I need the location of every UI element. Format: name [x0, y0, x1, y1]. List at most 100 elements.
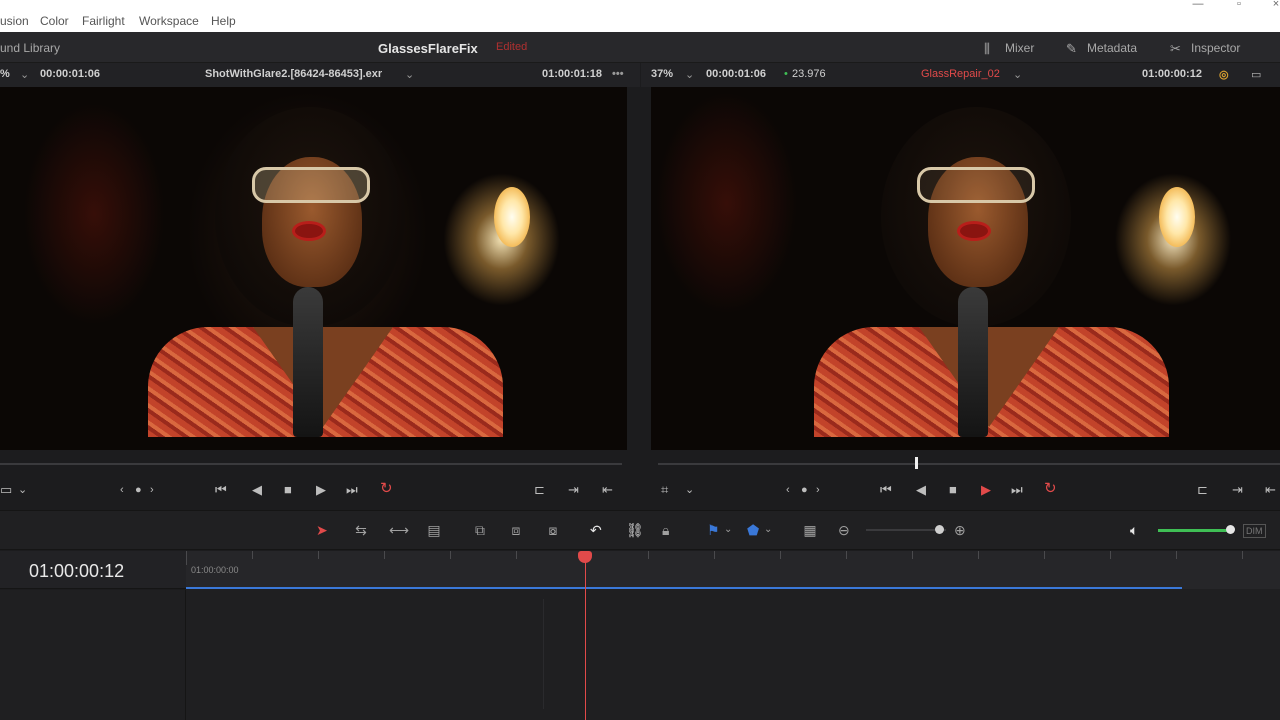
- light-bulb: [494, 187, 530, 247]
- timeline-tracks[interactable]: [186, 589, 1280, 720]
- blade-tool-icon[interactable]: ▤: [422, 521, 446, 539]
- more-options-icon[interactable]: •••: [612, 68, 624, 80]
- stop-icon[interactable]: ■: [284, 482, 292, 498]
- inspector-icon: ✂: [1170, 41, 1181, 56]
- chevron-down-icon[interactable]: ⌄: [685, 68, 694, 81]
- menu-workspace[interactable]: Workspace: [139, 14, 199, 28]
- overwrite-clip-icon[interactable]: ⧈: [505, 521, 527, 539]
- viewer-frame-icon[interactable]: ⌗: [661, 482, 668, 498]
- viewer-frame-icon[interactable]: ▭: [0, 482, 12, 498]
- jog-left-icon[interactable]: ‹: [786, 482, 790, 498]
- mixer-button[interactable]: Mixer: [1005, 41, 1034, 55]
- linked-selection-icon[interactable]: ⛓: [626, 521, 644, 539]
- edit-toolbar: ➤ ⇆ ⟷ ▤ ⧉ ⧈ ⧇ ↶ ⛓ 🔒︎ ⚑ ⌄ ⬟ ⌄ ▦ ⊖ ⊕ 🔈︎ DI…: [0, 510, 1280, 550]
- close-icon[interactable]: ×: [1268, 0, 1280, 10]
- color-wheel-icon[interactable]: ◎: [1219, 68, 1229, 81]
- trim-tool-icon[interactable]: ⇆: [348, 521, 374, 539]
- chevron-down-icon[interactable]: ⌄: [20, 68, 29, 81]
- jog-right-icon[interactable]: ›: [150, 482, 154, 498]
- timeline-view-options-icon[interactable]: ▦: [797, 521, 823, 539]
- menu-fairlight[interactable]: Fairlight: [82, 14, 125, 28]
- menu-fusion[interactable]: usion: [0, 14, 29, 28]
- source-viewer-header: % ⌄ 00:00:01:06 ShotWithGlare2.[86424-86…: [0, 63, 640, 87]
- chevron-down-icon[interactable]: ⌄: [724, 521, 732, 539]
- sound-library-button[interactable]: und Library: [0, 41, 60, 55]
- ruler-tick: [384, 551, 385, 559]
- timeline-viewer[interactable]: [651, 87, 1280, 450]
- timeline-zoom[interactable]: 37%: [651, 68, 673, 80]
- jog-dot-icon[interactable]: ●: [135, 482, 142, 498]
- microphone: [958, 287, 988, 437]
- ruler-tick: [648, 551, 649, 559]
- menu-help[interactable]: Help: [211, 14, 236, 28]
- source-scrub-bar[interactable]: [0, 463, 622, 465]
- position-lock-icon[interactable]: 🔒︎: [662, 521, 669, 539]
- insert-clip-icon[interactable]: ⧉: [467, 521, 493, 539]
- subject-neckline: [919, 327, 1059, 427]
- light-bulb: [1159, 187, 1195, 247]
- match-frame-icon[interactable]: ⊏: [534, 482, 545, 498]
- play-icon[interactable]: ▶: [316, 482, 326, 498]
- loop-icon[interactable]: ↻: [380, 481, 393, 497]
- loop-icon[interactable]: ↻: [1044, 481, 1057, 497]
- selection-tool-icon[interactable]: ➤: [316, 521, 328, 539]
- mark-in-icon[interactable]: ⇥: [568, 482, 579, 498]
- source-transport-controls: ▭ ⌄ ‹ ● › ⏮ ◀ ■ ▶ ⏭ ↻ ⊏ ⇥ ⇤: [0, 476, 640, 504]
- jog-dot-icon[interactable]: ●: [801, 482, 808, 498]
- go-to-start-icon[interactable]: ⏮: [880, 482, 892, 498]
- mark-out-icon[interactable]: ⇤: [602, 482, 613, 498]
- maximize-icon[interactable]: ▫: [1231, 0, 1247, 10]
- source-viewer[interactable]: [0, 87, 627, 450]
- volume-slider-track[interactable]: [1158, 529, 1232, 532]
- snapping-icon[interactable]: ↶: [590, 521, 602, 539]
- timeline-scrub-playhead[interactable]: [915, 457, 918, 469]
- go-to-end-icon[interactable]: ⏭: [346, 482, 358, 498]
- timeline-current-timecode: 01:00:00:12: [29, 561, 125, 581]
- metadata-button[interactable]: Metadata: [1087, 41, 1137, 55]
- timeline-transport-controls: ⌗ ⌄ ‹ ● › ⏮ ◀ ■ ▶ ⏭ ↻ ⊏ ⇥ ⇤: [641, 476, 1280, 504]
- timeline-ruler[interactable]: 01:00:00:00: [186, 551, 1280, 589]
- volume-slider-handle[interactable]: [1226, 525, 1235, 534]
- go-to-end-icon[interactable]: ⏭: [1011, 482, 1023, 498]
- chevron-down-icon[interactable]: ⌄: [1013, 68, 1022, 81]
- inspector-button[interactable]: Inspector: [1191, 41, 1240, 55]
- ruler-tick: [978, 551, 979, 559]
- zoom-out-icon[interactable]: ⊖: [838, 521, 850, 539]
- play-reverse-icon[interactable]: ◀: [916, 482, 926, 498]
- zoom-in-icon[interactable]: ⊕: [954, 521, 966, 539]
- marker-icon[interactable]: ⬟: [747, 521, 759, 539]
- chevron-down-icon[interactable]: ⌄: [405, 68, 414, 81]
- play-icon[interactable]: ▶: [981, 482, 991, 498]
- viewer-mode-icon[interactable]: ▭: [1251, 68, 1261, 81]
- timeline-name[interactable]: GlassRepair_02: [921, 68, 1000, 80]
- fps-indicator-icon: •: [784, 68, 788, 80]
- track-headers: [0, 590, 186, 720]
- go-to-start-icon[interactable]: ⏮: [215, 482, 227, 498]
- volume-icon[interactable]: 🔈︎: [1130, 521, 1138, 539]
- menu-bar: usion Color Fairlight Workspace Help — ▫…: [0, 0, 1280, 32]
- dynamic-trim-icon[interactable]: ⟷: [386, 521, 412, 539]
- chevron-down-icon[interactable]: ⌄: [764, 521, 772, 539]
- chevron-down-icon[interactable]: ⌄: [18, 482, 27, 498]
- source-zoom[interactable]: %: [0, 68, 10, 80]
- chevron-down-icon[interactable]: ⌄: [685, 482, 694, 498]
- mark-in-icon[interactable]: ⇥: [1232, 482, 1243, 498]
- zoom-slider-handle[interactable]: [935, 525, 944, 534]
- timeline-scrub-bar[interactable]: [658, 463, 1280, 465]
- timeline-viewer-header: 37% ⌄ 00:00:01:06 • 23.976 GlassRepair_0…: [641, 63, 1280, 87]
- ruler-tick: [1242, 551, 1243, 559]
- track-divider: [543, 599, 544, 709]
- stop-icon[interactable]: ■: [949, 482, 957, 498]
- zoom-slider-track[interactable]: [866, 529, 946, 531]
- replace-clip-icon[interactable]: ⧇: [540, 521, 566, 539]
- menu-color[interactable]: Color: [40, 14, 69, 28]
- timeline-playhead[interactable]: [585, 555, 586, 720]
- match-frame-icon[interactable]: ⊏: [1197, 482, 1208, 498]
- jog-left-icon[interactable]: ‹: [120, 482, 124, 498]
- flag-icon[interactable]: ⚑: [707, 521, 720, 539]
- dim-button[interactable]: DIM: [1243, 524, 1266, 538]
- play-reverse-icon[interactable]: ◀: [252, 482, 262, 498]
- mark-out-icon[interactable]: ⇤: [1265, 482, 1276, 498]
- jog-right-icon[interactable]: ›: [816, 482, 820, 498]
- minimize-icon[interactable]: —: [1190, 0, 1206, 10]
